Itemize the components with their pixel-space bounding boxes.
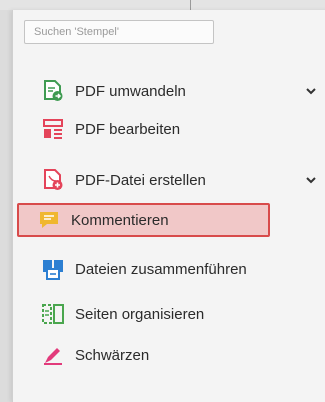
pdf-convert-icon bbox=[44, 80, 63, 101]
tool-item-label: Schwärzen bbox=[75, 346, 150, 364]
tool-item-comment[interactable]: Kommentieren bbox=[17, 203, 270, 237]
tool-item-label: PDF bearbeiten bbox=[75, 120, 181, 138]
tool-item-label: Dateien zusammenführen bbox=[75, 260, 247, 278]
tool-item-pdf-create[interactable]: PDF-Datei erstellen bbox=[21, 165, 318, 195]
search-input[interactable] bbox=[24, 20, 214, 44]
pdf-create-icon bbox=[44, 169, 63, 190]
organize-pages-icon bbox=[42, 304, 64, 324]
chevron-down-icon[interactable] bbox=[304, 173, 318, 187]
tool-item-redact[interactable]: Schwärzen bbox=[21, 340, 318, 370]
toolbar-divider bbox=[190, 0, 191, 10]
tool-item-label: Kommentieren bbox=[71, 211, 169, 229]
top-toolbar-strip bbox=[0, 0, 325, 10]
pdf-edit-icon bbox=[43, 119, 63, 139]
tool-item-label: PDF-Datei erstellen bbox=[75, 171, 206, 189]
chevron-down-icon[interactable] bbox=[304, 84, 318, 98]
tool-item-combine-files[interactable]: Dateien zusammenführen bbox=[21, 254, 318, 284]
tool-item-organize-pages[interactable]: Seiten organisieren bbox=[21, 299, 318, 329]
redact-icon bbox=[44, 348, 62, 365]
tool-item-pdf-edit[interactable]: PDF bearbeiten bbox=[21, 114, 318, 144]
tool-item-label: Seiten organisieren bbox=[75, 305, 205, 323]
comment-icon bbox=[40, 212, 58, 228]
tool-item-label: PDF umwandeln bbox=[75, 82, 186, 100]
tool-item-pdf-convert[interactable]: PDF umwandeln bbox=[21, 76, 318, 106]
combine-files-icon bbox=[43, 260, 63, 280]
